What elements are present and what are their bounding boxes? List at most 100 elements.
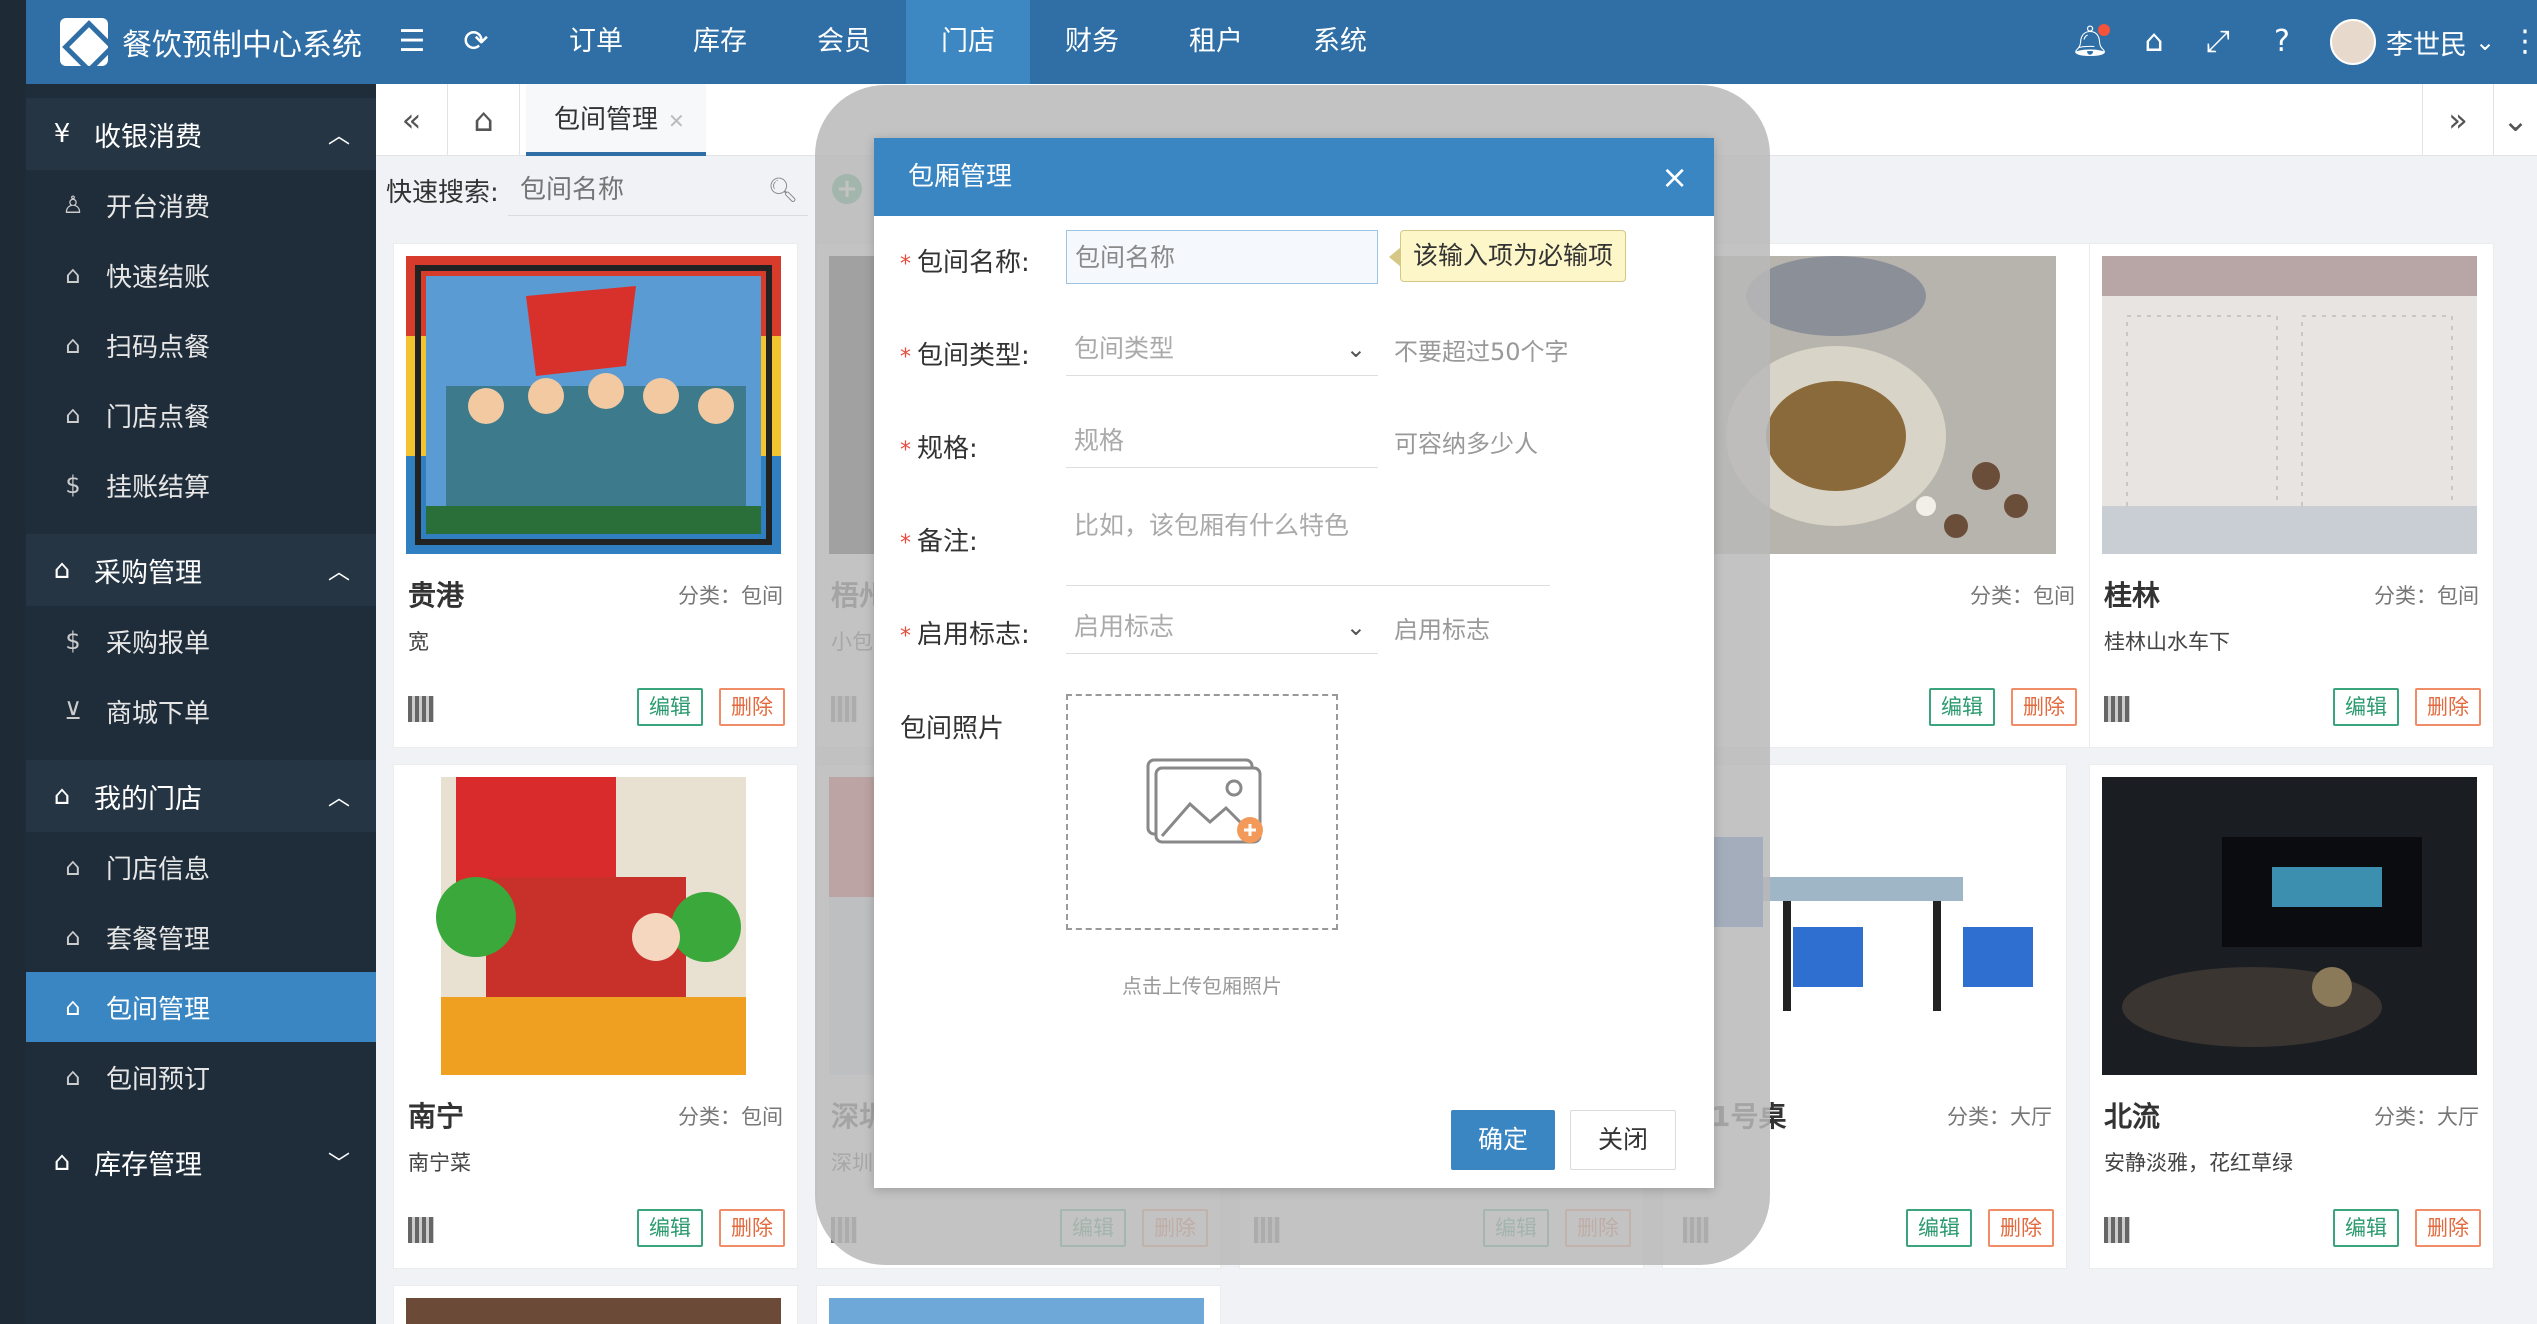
qr-code-icon[interactable] [2104,696,2130,722]
delete-button[interactable]: 删除 [719,688,785,726]
main-nav: 订单 库存 会员 门店 财务 租户 系统 [534,0,1402,84]
sidebar-item-scan-order[interactable]: ⌂ 扫码点餐 [26,310,376,380]
sidebar-group-purchasing[interactable]: ⌂ 采购管理 ︿ [26,534,376,606]
sidebar-item-store-order[interactable]: ⌂ 门店点餐 [26,380,376,450]
note-label: * 备注: [900,521,978,558]
photo-upload[interactable] [1066,694,1338,930]
home-icon: ⌂ [65,853,81,881]
room-photo [406,777,781,1075]
app-logo [60,18,108,66]
fullscreen-icon[interactable]: ⤢ [2198,22,2238,62]
qr-code-icon[interactable] [2104,1217,2130,1243]
sidebar-item-label: 包间管理 [106,994,211,1025]
search-icon[interactable]: 🔍︎ [768,176,798,204]
dollar-icon: $ [65,627,81,655]
refresh-icon[interactable]: ⟳ [456,22,496,62]
sidebar-group-label: 采购管理 [94,557,202,589]
delete-button[interactable]: 删除 [2415,688,2481,726]
tabs-scroll-left-icon[interactable]: « [376,84,448,156]
nav-members[interactable]: 会员 [782,0,906,84]
edit-button[interactable]: 编辑 [2333,688,2399,726]
room-category: 分类：包间 [2374,584,2479,608]
room-photo-graphic [406,777,781,1075]
sidebar-item-store-info[interactable]: ⌂ 门店信息 [26,832,376,902]
edit-button[interactable]: 编辑 [1929,688,1995,726]
search-field: 🔍︎ [508,164,808,216]
confirm-button[interactable]: 确定 [1451,1110,1555,1170]
sidebar-item-label: 门店信息 [106,854,211,885]
spec-input[interactable]: 规格 [1066,414,1378,468]
home-icon: ⌂ [53,1147,71,1177]
sidebar-item-quick-checkout[interactable]: ⌂ 快速结账 [26,240,376,310]
sidebar-group-cashier[interactable]: ¥ 收银消费 ︿ [26,98,376,170]
tabs-menu-chevron-icon[interactable]: ⌄ [2494,84,2537,156]
room-name: 北流 [2104,1100,2161,1133]
more-icon[interactable]: ⋮ [2510,22,2537,62]
edit-button[interactable]: 编辑 [2333,1209,2399,1247]
delete-button[interactable]: 删除 [2011,688,2077,726]
home-icon: ⌂ [65,261,81,289]
sidebar-item-purchase-report[interactable]: $ 采购报单 [26,606,376,676]
window-edge [0,0,26,1324]
search-input[interactable] [508,164,748,216]
room-photo [2102,256,2477,554]
room-card: 北流 分类：大厅 安静淡雅，花红草绿 编辑 删除 [2089,764,2494,1269]
home-icon: ⌂ [65,331,81,359]
sidebar-item-label: 商城下单 [106,698,211,729]
nav-stores[interactable]: 门店 [906,0,1030,84]
image-upload-icon [1146,758,1263,844]
delete-button[interactable]: 删除 [2415,1209,2481,1247]
spec-label: * 规格: [900,428,978,465]
home-icon: ⌂ [65,401,81,429]
sidebar-item-label: 套餐管理 [106,924,211,955]
qr-code-icon[interactable] [408,1217,434,1243]
room-photo [829,1298,1204,1324]
sidebar-item-room-booking[interactable]: ⌂ 包间预订 [26,1042,376,1112]
edit-button[interactable]: 编辑 [637,688,703,726]
close-icon[interactable]: × [1661,138,1688,216]
home-tab-icon[interactable]: ⌂ [448,84,520,156]
help-icon[interactable]: ? [2262,22,2302,62]
room-card [816,1285,1221,1324]
home-icon: ⌂ [65,1063,81,1091]
tag-icon[interactable]: ⌂ [2134,22,2174,62]
delete-button[interactable]: 删除 [719,1209,785,1247]
notification-badge [2098,24,2110,36]
enabled-select[interactable]: 启用标志 ⌄ [1066,600,1378,654]
room-category: 分类：大厅 [1947,1105,2052,1129]
user-menu[interactable]: 李世民 ⌄ [2330,19,2495,65]
room-name-input[interactable]: 包间名称 [1066,230,1378,284]
nav-orders[interactable]: 订单 [534,0,658,84]
brand[interactable]: 餐饮预制中心系统 [60,0,362,84]
home-icon: ⌂ [65,923,81,951]
sidebar-group-inventory[interactable]: ⌂ 库存管理 ﹀ [26,1126,376,1198]
nav-finance[interactable]: 财务 [1030,0,1154,84]
note-textarea[interactable]: 比如，该包厢有什么特色 [1066,500,1550,586]
chevron-down-icon: ⌄ [1345,613,1366,641]
nav-inventory[interactable]: 库存 [658,0,782,84]
edit-button[interactable]: 编辑 [637,1209,703,1247]
tab-room-management[interactable]: 包间管理 ✕ [526,84,706,156]
sidebar-item-open-table[interactable]: ♙ 开台消费 [26,170,376,240]
qr-code-icon[interactable] [408,696,434,722]
chevron-up-icon: ︿ [327,786,350,811]
close-button[interactable]: 关闭 [1570,1110,1676,1170]
home-icon: ⌂ [53,781,71,811]
edit-button[interactable]: 编辑 [1906,1209,1972,1247]
close-icon[interactable]: ✕ [668,109,685,133]
required-tooltip: 该输入项为必输项 [1388,230,1627,282]
menu-toggle-icon[interactable]: ☰ [392,22,432,62]
sidebar-item-room-management[interactable]: ⌂ 包间管理 [26,972,376,1042]
room-card [393,1285,798,1324]
field-label: 包间名称: [917,248,1030,278]
sidebar-item-set-meals[interactable]: ⌂ 套餐管理 [26,902,376,972]
dialog-title: 包厢管理 [908,162,1013,192]
room-type-select[interactable]: 包间类型 ⌄ [1066,322,1378,376]
sidebar-item-mall-order[interactable]: ⊻ 商城下单 [26,676,376,746]
delete-button[interactable]: 删除 [1988,1209,2054,1247]
nav-tenants[interactable]: 租户 [1154,0,1278,84]
tabs-scroll-right-icon[interactable]: » [2422,84,2494,156]
sidebar-item-credit-settle[interactable]: $ 挂账结算 [26,450,376,520]
sidebar-group-my-store[interactable]: ⌂ 我的门店 ︿ [26,760,376,832]
nav-system[interactable]: 系统 [1278,0,1402,84]
